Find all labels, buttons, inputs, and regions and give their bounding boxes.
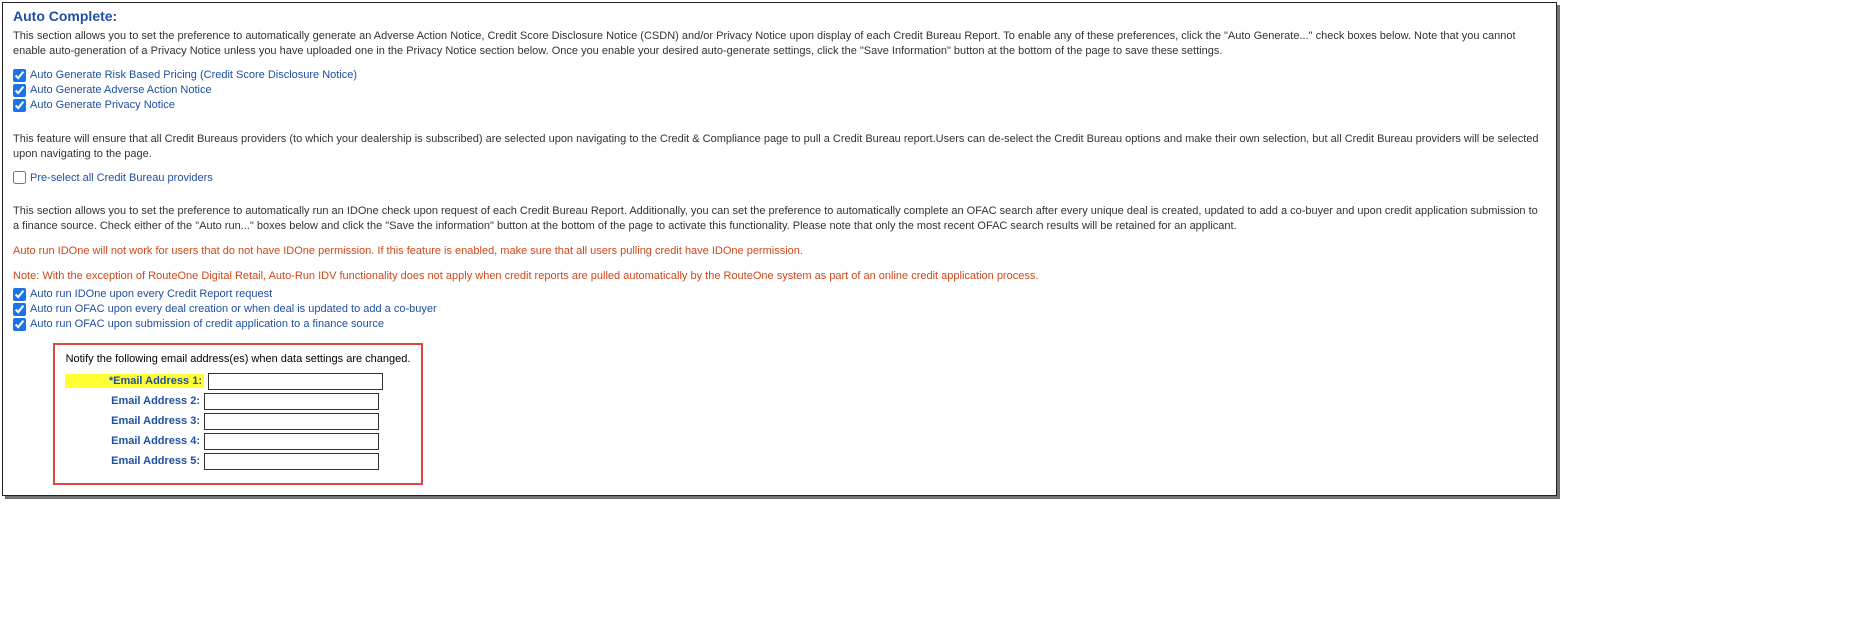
chk-label: Auto Generate Privacy Notice xyxy=(30,99,175,111)
chk-row-risk-based-pricing: Auto Generate Risk Based Pricing (Credit… xyxy=(13,69,1546,82)
email-label: Email Address 2: xyxy=(65,395,200,407)
chk-risk-based-pricing[interactable] xyxy=(13,69,26,82)
email-input-5[interactable] xyxy=(204,453,379,470)
chk-idone[interactable] xyxy=(13,288,26,301)
idv-note: Note: With the exception of RouteOne Dig… xyxy=(13,269,1546,284)
section-title: Auto Complete: xyxy=(13,8,1546,24)
email-input-3[interactable] xyxy=(204,413,379,430)
email-row: Email Address 2: xyxy=(65,393,411,410)
email-input-4[interactable] xyxy=(204,433,379,450)
email-label: Email Address 4: xyxy=(65,435,200,447)
chk-row-ofac-submit: Auto run OFAC upon submission of credit … xyxy=(13,318,1546,331)
chk-adverse-action[interactable] xyxy=(13,84,26,97)
chk-label: Auto run OFAC upon submission of credit … xyxy=(30,318,384,330)
email-row: Email Address 3: xyxy=(65,413,411,430)
chk-row-ofac-deal: Auto run OFAC upon every deal creation o… xyxy=(13,303,1546,316)
email-row: Email Address 5: xyxy=(65,453,411,470)
auto-run-desc: This section allows you to set the prefe… xyxy=(13,204,1546,234)
chk-ofac-submit[interactable] xyxy=(13,318,26,331)
auto-generate-desc: This section allows you to set the prefe… xyxy=(13,29,1546,59)
chk-label: Auto Generate Risk Based Pricing (Credit… xyxy=(30,69,357,81)
email-label: Email Address 5: xyxy=(65,455,200,467)
preselect-desc: This feature will ensure that all Credit… xyxy=(13,132,1546,162)
chk-row-privacy-notice: Auto Generate Privacy Notice xyxy=(13,99,1546,112)
email-input-1[interactable] xyxy=(208,373,383,390)
email-label: *Email Address 1: xyxy=(65,374,204,388)
chk-row-adverse-action: Auto Generate Adverse Action Notice xyxy=(13,84,1546,97)
chk-privacy-notice[interactable] xyxy=(13,99,26,112)
auto-complete-panel: Auto Complete: This section allows you t… xyxy=(2,2,1557,496)
email-input-2[interactable] xyxy=(204,393,379,410)
email-notify-title: Notify the following email address(es) w… xyxy=(65,353,411,365)
chk-label: Auto Generate Adverse Action Notice xyxy=(30,84,212,96)
email-row: *Email Address 1: xyxy=(65,373,411,390)
idone-warning: Auto run IDOne will not work for users t… xyxy=(13,244,1546,259)
email-label: Email Address 3: xyxy=(65,415,200,427)
chk-ofac-deal[interactable] xyxy=(13,303,26,316)
email-notify-box: Notify the following email address(es) w… xyxy=(53,343,423,485)
chk-row-idone: Auto run IDOne upon every Credit Report … xyxy=(13,288,1546,301)
email-row: Email Address 4: xyxy=(65,433,411,450)
chk-label: Auto run IDOne upon every Credit Report … xyxy=(30,288,272,300)
chk-label: Auto run OFAC upon every deal creation o… xyxy=(30,303,437,315)
chk-preselect-bureau[interactable] xyxy=(13,171,26,184)
chk-label: Pre-select all Credit Bureau providers xyxy=(30,172,213,184)
chk-row-preselect-bureau: Pre-select all Credit Bureau providers xyxy=(13,171,1546,184)
